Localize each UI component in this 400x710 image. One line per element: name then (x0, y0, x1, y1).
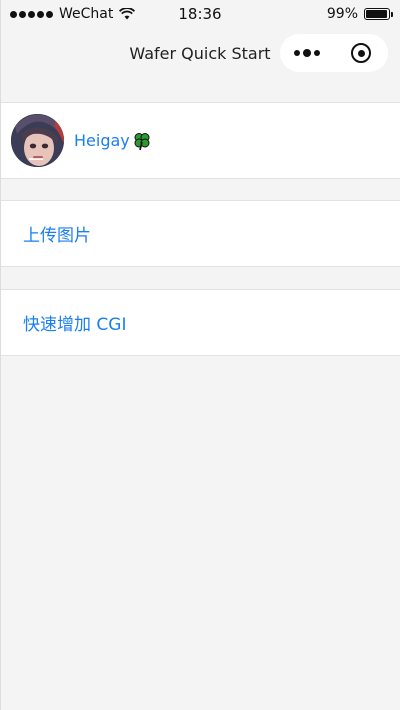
user-info-cell[interactable]: Heigay (0, 102, 400, 179)
username-row: Heigay (74, 103, 152, 178)
clover-icon (132, 131, 152, 151)
battery-icon (364, 8, 393, 20)
upload-image-cell[interactable]: 上传图片 (0, 200, 400, 267)
battery-percent: 99% (326, 6, 358, 22)
menu-capsule (280, 34, 388, 72)
status-left: WeChat (0, 6, 145, 22)
username: Heigay (74, 131, 130, 150)
upload-image-label: 上传图片 (23, 226, 91, 246)
status-bar: WeChat 18:36 99% (0, 0, 400, 28)
quick-add-cgi-label: 快速增加 CGI (23, 315, 127, 335)
status-right: 99% (317, 6, 400, 22)
more-button[interactable] (280, 34, 334, 72)
left-edge-border (0, 0, 1, 710)
battery-fill (366, 10, 387, 18)
quick-add-cgi-cell[interactable]: 快速增加 CGI (0, 289, 400, 356)
navigation-bar: Wafer Quick Start (0, 28, 400, 80)
target-icon (351, 43, 371, 63)
carrier-label: WeChat (59, 6, 114, 22)
avatar (11, 114, 64, 167)
more-icon (294, 49, 320, 57)
close-miniprogram-button[interactable] (334, 34, 388, 72)
wifi-icon (119, 8, 136, 20)
signal-strength-icon (10, 10, 53, 18)
